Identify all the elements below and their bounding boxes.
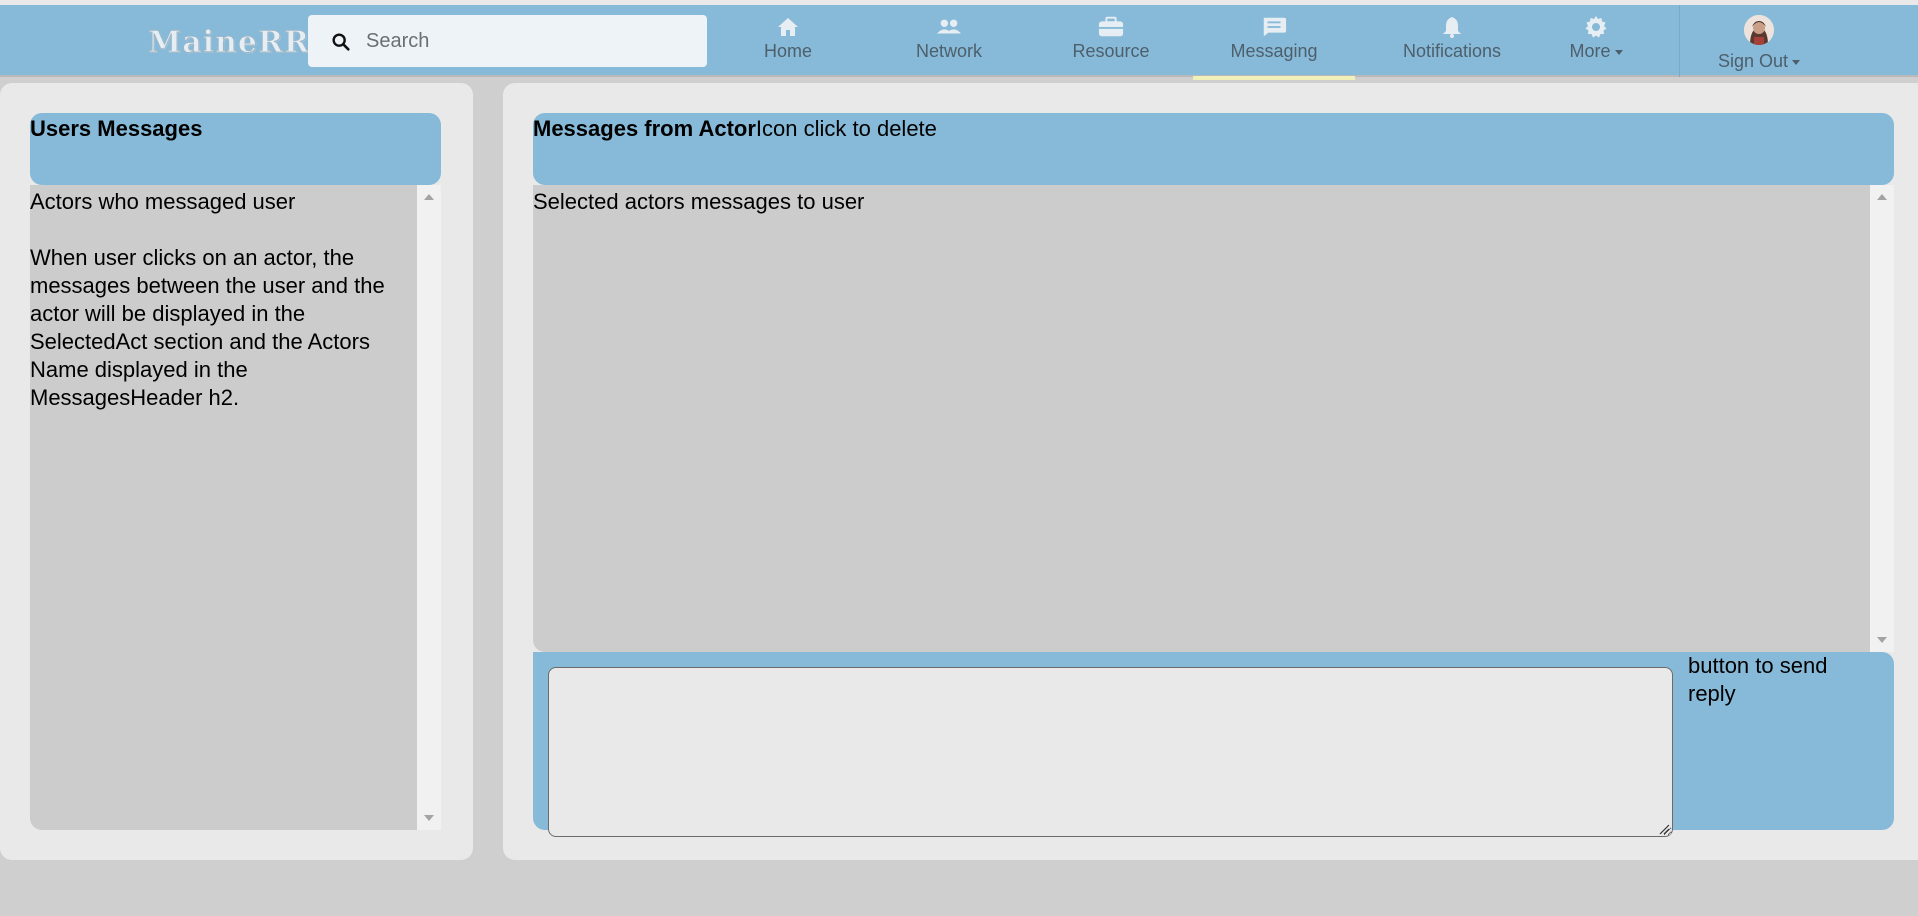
- nav-home[interactable]: Home: [749, 5, 827, 77]
- actors-list-description: When user clicks on an actor, the messag…: [30, 245, 385, 410]
- chevron-down-icon: [1792, 59, 1801, 65]
- nav-more-label: More: [1569, 41, 1623, 62]
- scroll-up-icon[interactable]: [424, 194, 434, 200]
- messages-panel: Messages from ActorIcon click to delete …: [503, 83, 1918, 860]
- chevron-down-icon: [1614, 49, 1623, 55]
- more-label-text: More: [1569, 41, 1611, 61]
- actors-list[interactable]: Actors who messaged user When user click…: [30, 185, 441, 830]
- nav-more[interactable]: More: [1564, 5, 1628, 77]
- nav-notifications-label: Notifications: [1402, 41, 1502, 61]
- nav-resource[interactable]: Resource: [1066, 5, 1156, 77]
- nav-network[interactable]: Network: [906, 5, 992, 77]
- selected-actor-messages-text: Selected actors messages to user: [533, 189, 865, 214]
- users-messages-header: Users Messages: [30, 113, 441, 185]
- nav-divider: [1679, 5, 1680, 77]
- avatar: [1744, 15, 1774, 45]
- nav-notifications[interactable]: Notifications: [1385, 5, 1519, 77]
- scroll-up-icon[interactable]: [1877, 194, 1887, 200]
- scroll-down-icon[interactable]: [1877, 637, 1887, 643]
- nav-network-label: Network: [915, 41, 982, 61]
- people-icon: [936, 15, 962, 39]
- sign-out-text: Sign Out: [1717, 51, 1789, 71]
- delete-icon-note: Icon click to delete: [755, 116, 937, 141]
- home-icon: [775, 15, 801, 39]
- search-icon[interactable]: [330, 31, 352, 53]
- users-messages-panel: Users Messages Actors who messaged user …: [0, 83, 473, 860]
- messages-title: Messages from ActorIcon click to delete: [533, 116, 937, 142]
- search-box: [308, 15, 707, 67]
- actors-list-scrollbar[interactable]: [417, 185, 441, 830]
- actors-list-intro: Actors who messaged user: [30, 189, 296, 214]
- reply-section: button to send reply: [533, 652, 1894, 837]
- reply-textarea[interactable]: [548, 667, 1673, 837]
- briefcase-icon: [1098, 15, 1124, 39]
- messages-header: Messages from ActorIcon click to delete: [533, 113, 1894, 185]
- bell-icon: [1439, 15, 1465, 39]
- users-messages-title: Users Messages: [30, 116, 203, 141]
- logo-text: MaineRR: [148, 24, 310, 60]
- messages-title-text: Messages from Actor: [533, 116, 756, 141]
- sign-out-label: Sign Out: [1717, 51, 1801, 72]
- nav-messaging[interactable]: Messaging: [1193, 5, 1355, 80]
- nav-resource-label: Resource: [1072, 41, 1150, 61]
- resize-grip-icon[interactable]: [1658, 823, 1670, 835]
- actors-list-text: Actors who messaged user When user click…: [30, 188, 410, 412]
- message-icon: [1261, 15, 1287, 39]
- scroll-down-icon[interactable]: [424, 815, 434, 821]
- account-menu[interactable]: Sign Out: [1712, 5, 1806, 77]
- search-input[interactable]: [366, 15, 696, 67]
- nav-home-label: Home: [763, 41, 812, 61]
- messages-scrollbar[interactable]: [1870, 185, 1894, 652]
- send-reply-note: button to send reply: [1688, 653, 1828, 706]
- app-logo[interactable]: MaineRR: [148, 24, 310, 60]
- selected-actor-messages[interactable]: Selected actors messages to user: [533, 185, 1894, 652]
- nav-messaging-label: Messaging: [1230, 41, 1318, 61]
- gear-icon: [1583, 15, 1609, 39]
